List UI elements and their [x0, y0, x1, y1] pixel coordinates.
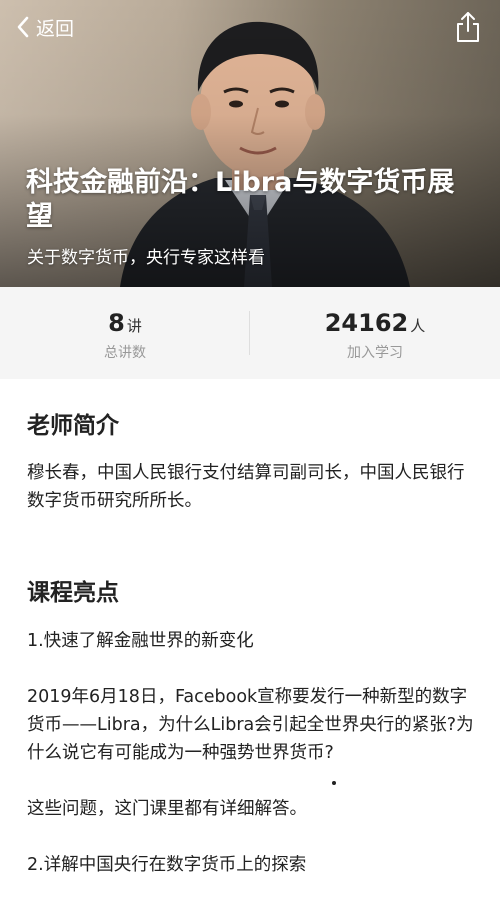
- course-subtitle: 关于数字货币，央行专家这样看: [27, 248, 265, 268]
- highlights-heading: 课程亮点: [27, 580, 119, 606]
- stat-learners: 24162 人 加入学习: [250, 287, 500, 379]
- learner-count: 24162: [324, 309, 409, 337]
- lecture-count: 8: [108, 309, 125, 337]
- back-button[interactable]: 返回: [16, 10, 74, 44]
- course-hero: 返回 科技金融前沿：Libra与数字货币展望 关于数字货币，央行专家这样看: [0, 0, 500, 287]
- lecture-count-label: 总讲数: [104, 345, 146, 361]
- highlight-item: 2019年6月18日，Facebook宣称要发行一种新型的数字货币——Libra…: [27, 687, 474, 763]
- chevron-left-icon: [17, 16, 29, 38]
- share-icon: [457, 12, 479, 42]
- stray-dot: [332, 781, 336, 785]
- teacher-bio: 穆长春，中国人民银行支付结算司副司长，中国人民银行数字货币研究所所长。: [27, 463, 465, 511]
- stat-lectures: 8 讲 总讲数: [0, 287, 250, 379]
- course-title: 科技金融前沿：Libra与数字货币展望: [26, 167, 455, 232]
- course-details: 老师简介 穆长春，中国人民银行支付结算司副司长，中国人民银行数字货币研究所所长。…: [27, 379, 477, 879]
- learner-count-unit: 人: [410, 317, 426, 335]
- highlight-item: 1.快速了解金融世界的新变化: [27, 631, 254, 651]
- back-label: 返回: [36, 17, 75, 40]
- highlight-item: 2.详解中国央行在数字货币上的探索: [27, 855, 307, 875]
- teacher-heading: 老师简介: [27, 413, 119, 439]
- lecture-count-unit: 讲: [126, 317, 142, 335]
- share-button[interactable]: [454, 10, 482, 44]
- stats-divider: [249, 311, 250, 355]
- highlight-item: 这些问题，这门课里都有详细解答。: [27, 799, 307, 819]
- course-stats: 8 讲 总讲数 24162 人 加入学习: [0, 287, 500, 379]
- learner-count-label: 加入学习: [347, 345, 403, 361]
